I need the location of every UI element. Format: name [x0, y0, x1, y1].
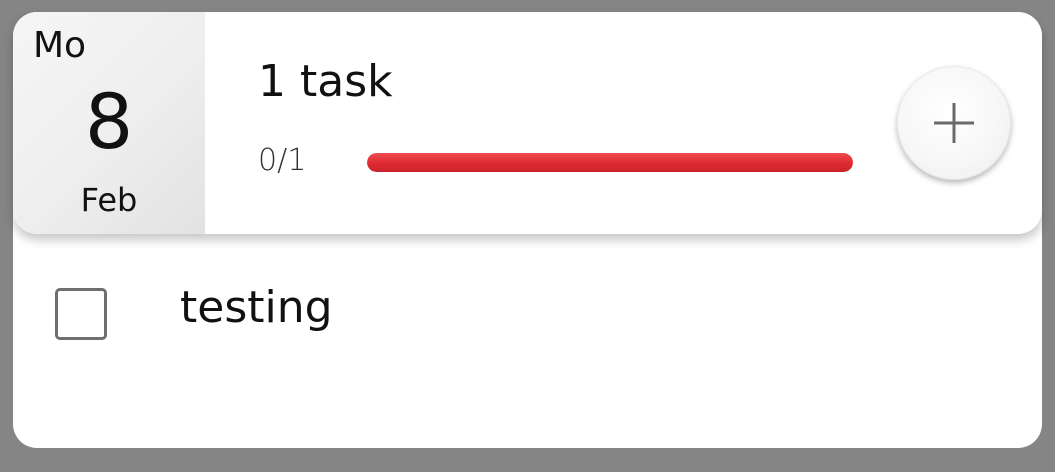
- weekday-label: Mo: [33, 25, 87, 66]
- task-count: 1 task: [258, 56, 393, 107]
- date-block: Mo 8 Feb: [13, 12, 205, 234]
- progress-bar: [367, 153, 853, 172]
- month-label: Feb: [80, 181, 138, 219]
- plus-icon: [934, 103, 974, 143]
- progress-count: 0/1: [258, 143, 307, 178]
- task-checkbox[interactable]: [55, 288, 107, 340]
- task-row[interactable]: testing: [13, 262, 1042, 362]
- progress-fill: [367, 153, 853, 172]
- day-header: Mo 8 Feb 1 task 0/1: [13, 12, 1042, 234]
- day-number: 8: [84, 77, 134, 166]
- task-title: testing: [180, 282, 333, 333]
- add-task-button[interactable]: [897, 66, 1011, 180]
